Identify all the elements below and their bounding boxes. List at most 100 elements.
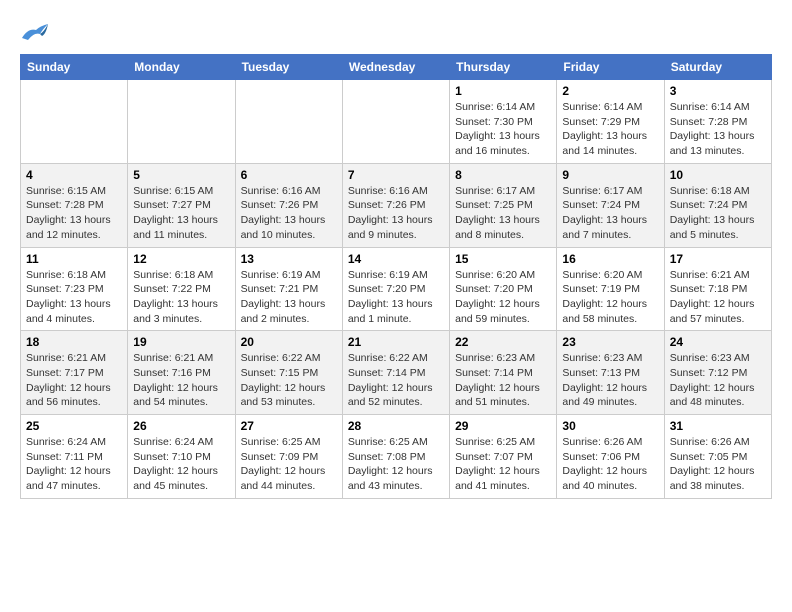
day-number: 31 [670,419,766,433]
day-number: 8 [455,168,551,182]
day-number: 12 [133,252,229,266]
day-number: 5 [133,168,229,182]
calendar-cell: 9 Sunrise: 6:17 AM Sunset: 7:24 PM Daylig… [557,163,664,247]
calendar-cell: 22Sunrise: 6:23 AM Sunset: 7:14 PM Dayli… [450,331,557,415]
day-info: Sunrise: 6:23 AM Sunset: 7:12 PM Dayligh… [670,351,766,410]
calendar-cell: 14 Sunrise: 6:19 AM Sunset: 7:20 PM Dayli… [342,247,449,331]
day-info: Sunrise: 6:26 AM Sunset: 7:06 PM Dayligh… [562,435,658,494]
day-number: 6 [241,168,337,182]
calendar-cell: 24 Sunrise: 6:23 AM Sunset: 7:12 PM Dayli… [664,331,771,415]
calendar-cell: 8 Sunrise: 6:17 AM Sunset: 7:25 PM Daylig… [450,163,557,247]
day-info: Sunrise: 6:18 AM Sunset: 7:22 PM Dayligh… [133,268,229,327]
day-info: Sunrise: 6:26 AM Sunset: 7:05 PM Dayligh… [670,435,766,494]
calendar-cell [21,80,128,164]
day-info: Sunrise: 6:23 AM Sunset: 7:13 PM Dayligh… [562,351,658,410]
calendar-cell [235,80,342,164]
day-info: Sunrise: 6:16 AM Sunset: 7:26 PM Dayligh… [241,184,337,243]
day-number: 22 [455,335,551,349]
day-info: Sunrise: 6:22 AM Sunset: 7:14 PM Dayligh… [348,351,444,410]
calendar-cell [128,80,235,164]
day-info: Sunrise: 6:21 AM Sunset: 7:18 PM Dayligh… [670,268,766,327]
day-number: 15 [455,252,551,266]
day-info: Sunrise: 6:21 AM Sunset: 7:16 PM Dayligh… [133,351,229,410]
day-number: 17 [670,252,766,266]
calendar-body: 1 Sunrise: 6:14 AM Sunset: 7:30 PM Daylig… [21,80,772,499]
day-number: 2 [562,84,658,98]
day-number: 10 [670,168,766,182]
calendar-cell: 5 Sunrise: 6:15 AM Sunset: 7:27 PM Daylig… [128,163,235,247]
calendar-cell: 12 Sunrise: 6:18 AM Sunset: 7:22 PM Dayli… [128,247,235,331]
day-info: Sunrise: 6:20 AM Sunset: 7:19 PM Dayligh… [562,268,658,327]
day-info: Sunrise: 6:20 AM Sunset: 7:20 PM Dayligh… [455,268,551,327]
calendar-cell: 7 Sunrise: 6:16 AM Sunset: 7:26 PM Daylig… [342,163,449,247]
day-info: Sunrise: 6:21 AM Sunset: 7:17 PM Dayligh… [26,351,122,410]
calendar-cell: 2 Sunrise: 6:14 AM Sunset: 7:29 PM Daylig… [557,80,664,164]
day-info: Sunrise: 6:18 AM Sunset: 7:24 PM Dayligh… [670,184,766,243]
day-info: Sunrise: 6:24 AM Sunset: 7:11 PM Dayligh… [26,435,122,494]
calendar-cell: 23 Sunrise: 6:23 AM Sunset: 7:13 PM Dayli… [557,331,664,415]
calendar-cell: 25 Sunrise: 6:24 AM Sunset: 7:11 PM Dayli… [21,415,128,499]
day-info: Sunrise: 6:15 AM Sunset: 7:28 PM Dayligh… [26,184,122,243]
day-info: Sunrise: 6:19 AM Sunset: 7:20 PM Dayligh… [348,268,444,327]
day-info: Sunrise: 6:22 AM Sunset: 7:15 PM Dayligh… [241,351,337,410]
day-info: Sunrise: 6:15 AM Sunset: 7:27 PM Dayligh… [133,184,229,243]
calendar-header: SundayMondayTuesdayWednesdayThursdayFrid… [21,55,772,80]
day-number: 29 [455,419,551,433]
calendar-cell: 21 Sunrise: 6:22 AM Sunset: 7:14 PM Dayli… [342,331,449,415]
day-number: 19 [133,335,229,349]
day-number: 28 [348,419,444,433]
day-info: Sunrise: 6:25 AM Sunset: 7:09 PM Dayligh… [241,435,337,494]
weekday-header-tuesday: Tuesday [235,55,342,80]
logo-icon [20,20,50,44]
day-number: 16 [562,252,658,266]
day-number: 3 [670,84,766,98]
day-number: 23 [562,335,658,349]
day-number: 14 [348,252,444,266]
day-info: Sunrise: 6:18 AM Sunset: 7:23 PM Dayligh… [26,268,122,327]
calendar-cell [342,80,449,164]
calendar-cell: 4 Sunrise: 6:15 AM Sunset: 7:28 PM Daylig… [21,163,128,247]
day-info: Sunrise: 6:14 AM Sunset: 7:29 PM Dayligh… [562,100,658,159]
calendar-cell: 16 Sunrise: 6:20 AM Sunset: 7:19 PM Dayli… [557,247,664,331]
day-number: 25 [26,419,122,433]
day-info: Sunrise: 6:19 AM Sunset: 7:21 PM Dayligh… [241,268,337,327]
calendar-cell: 17 Sunrise: 6:21 AM Sunset: 7:18 PM Dayli… [664,247,771,331]
day-number: 13 [241,252,337,266]
calendar-week-2: 4 Sunrise: 6:15 AM Sunset: 7:28 PM Daylig… [21,163,772,247]
calendar-cell: 15 Sunrise: 6:20 AM Sunset: 7:20 PM Dayli… [450,247,557,331]
day-number: 18 [26,335,122,349]
day-info: Sunrise: 6:17 AM Sunset: 7:24 PM Dayligh… [562,184,658,243]
day-number: 4 [26,168,122,182]
calendar-cell: 19 Sunrise: 6:21 AM Sunset: 7:16 PM Dayli… [128,331,235,415]
calendar-cell: 10 Sunrise: 6:18 AM Sunset: 7:24 PM Dayli… [664,163,771,247]
day-number: 9 [562,168,658,182]
day-number: 24 [670,335,766,349]
day-info: Sunrise: 6:25 AM Sunset: 7:08 PM Dayligh… [348,435,444,494]
weekday-header-thursday: Thursday [450,55,557,80]
calendar-cell: 6 Sunrise: 6:16 AM Sunset: 7:26 PM Daylig… [235,163,342,247]
page-header [20,20,772,44]
calendar-cell: 20 Sunrise: 6:22 AM Sunset: 7:15 PM Dayli… [235,331,342,415]
calendar-cell: 28 Sunrise: 6:25 AM Sunset: 7:08 PM Dayli… [342,415,449,499]
day-number: 26 [133,419,229,433]
day-number: 20 [241,335,337,349]
day-number: 1 [455,84,551,98]
day-number: 21 [348,335,444,349]
calendar-cell: 26Sunrise: 6:24 AM Sunset: 7:10 PM Dayli… [128,415,235,499]
day-number: 11 [26,252,122,266]
day-info: Sunrise: 6:17 AM Sunset: 7:25 PM Dayligh… [455,184,551,243]
calendar-week-3: 11 Sunrise: 6:18 AM Sunset: 7:23 PM Dayli… [21,247,772,331]
calendar-cell: 29Sunrise: 6:25 AM Sunset: 7:07 PM Dayli… [450,415,557,499]
calendar-cell: 18 Sunrise: 6:21 AM Sunset: 7:17 PM Dayli… [21,331,128,415]
calendar-week-1: 1 Sunrise: 6:14 AM Sunset: 7:30 PM Daylig… [21,80,772,164]
weekday-header-friday: Friday [557,55,664,80]
day-number: 30 [562,419,658,433]
calendar-cell: 11 Sunrise: 6:18 AM Sunset: 7:23 PM Dayli… [21,247,128,331]
weekday-header-saturday: Saturday [664,55,771,80]
calendar-table: SundayMondayTuesdayWednesdayThursdayFrid… [20,54,772,499]
day-info: Sunrise: 6:14 AM Sunset: 7:30 PM Dayligh… [455,100,551,159]
day-number: 7 [348,168,444,182]
weekday-header-monday: Monday [128,55,235,80]
day-info: Sunrise: 6:16 AM Sunset: 7:26 PM Dayligh… [348,184,444,243]
weekday-header-wednesday: Wednesday [342,55,449,80]
